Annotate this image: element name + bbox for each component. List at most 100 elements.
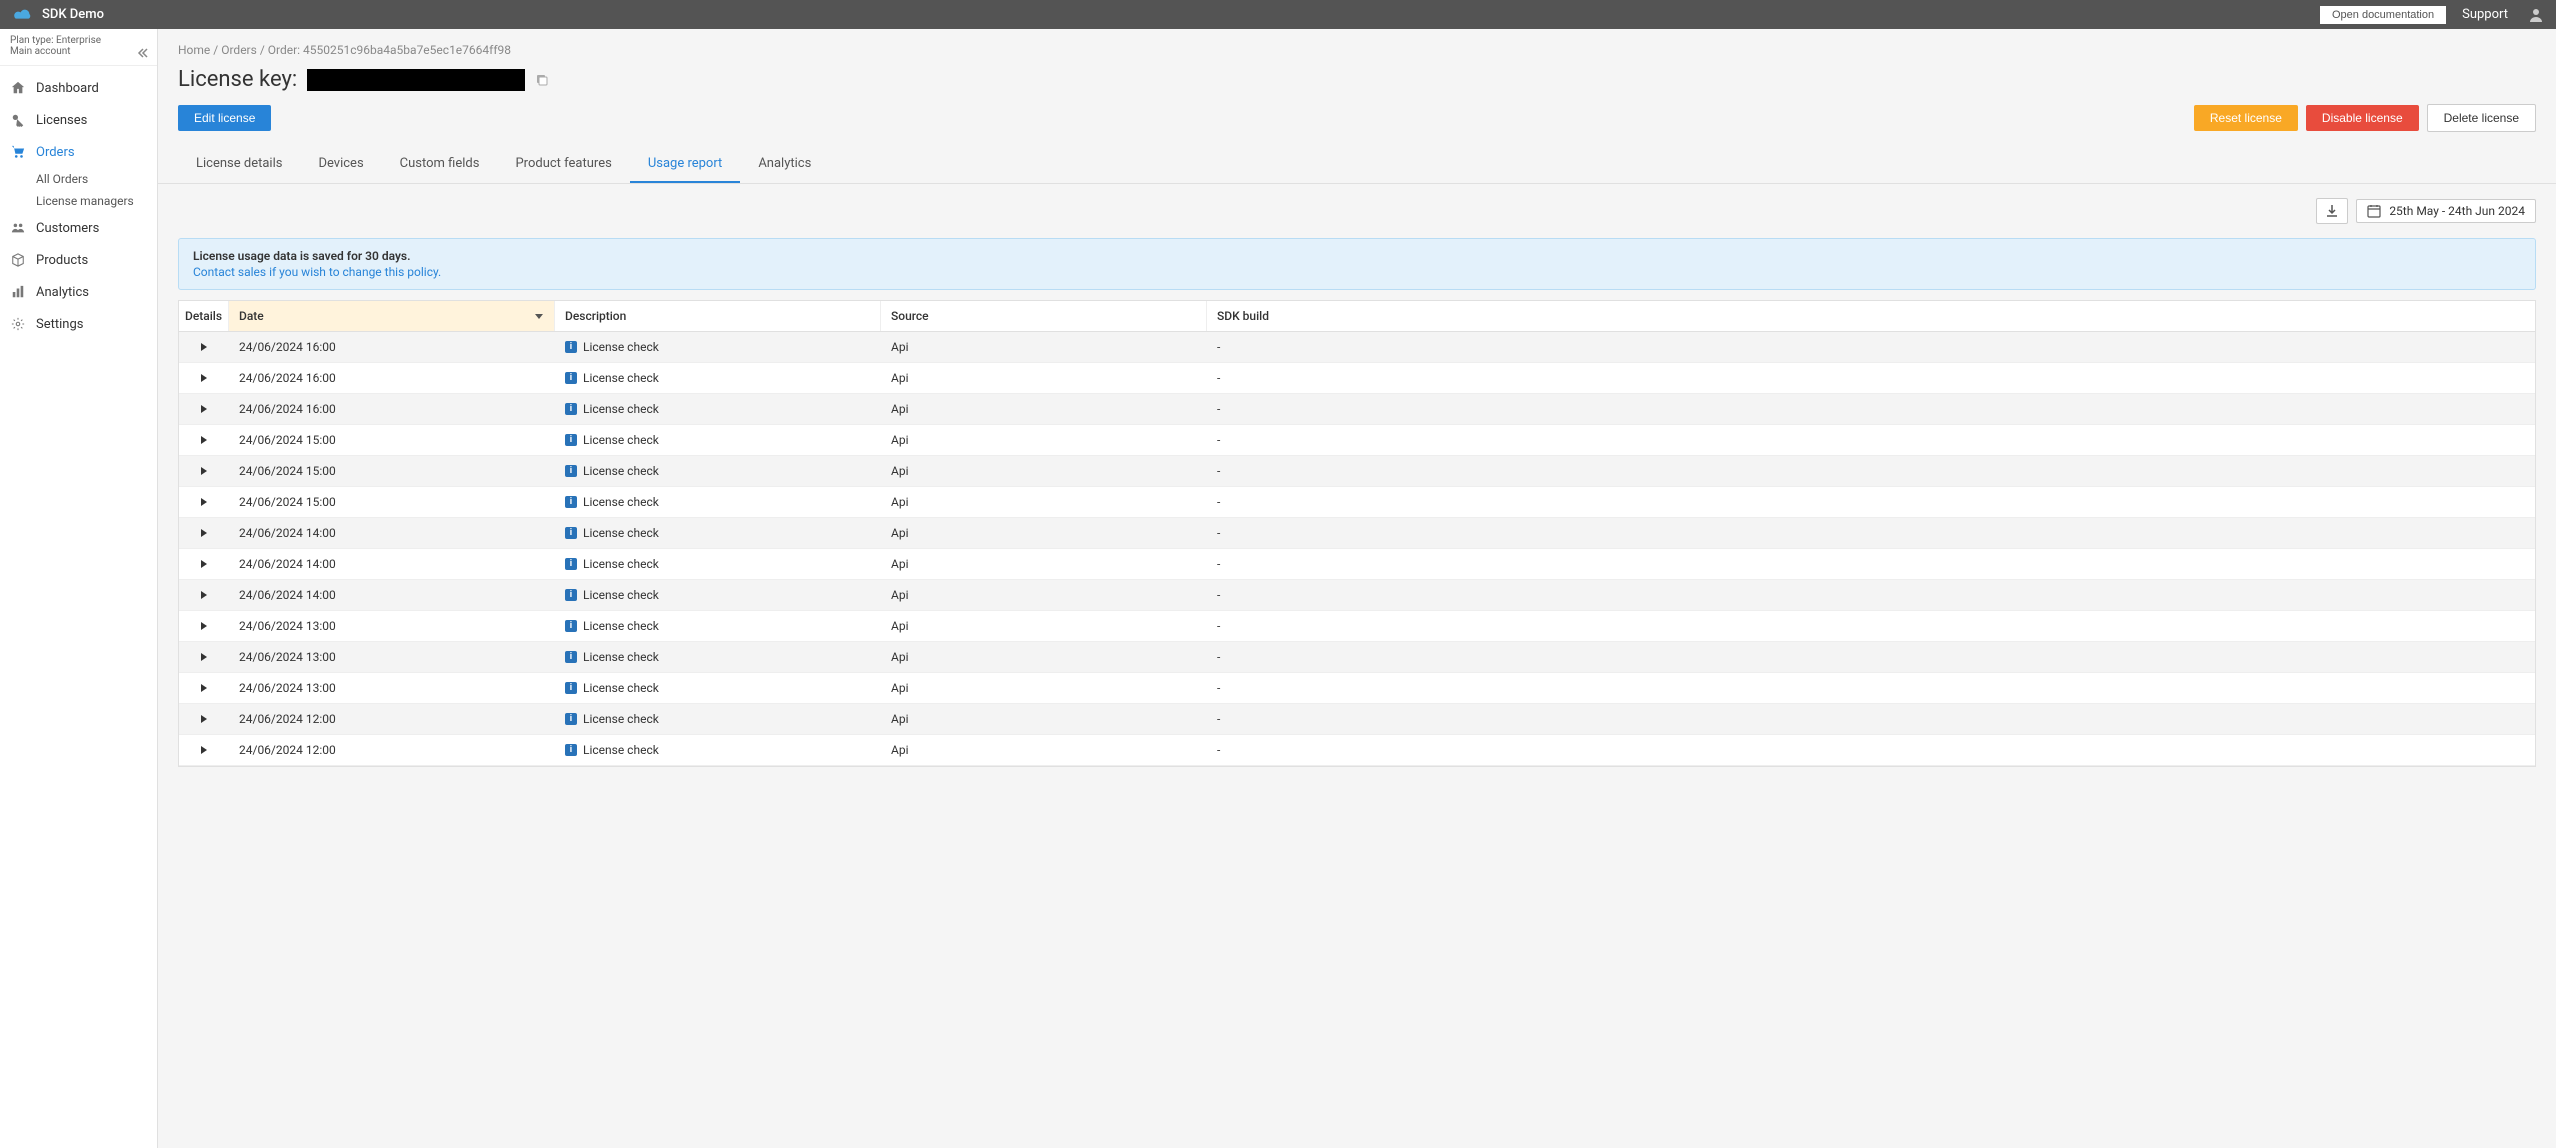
tab-usage-report[interactable]: Usage report [630, 146, 741, 183]
cell-description: iLicense check [555, 549, 881, 579]
info-icon: i [565, 558, 577, 570]
cell-date: 24/06/2024 14:00 [229, 518, 555, 548]
cell-description: iLicense check [555, 487, 881, 517]
col-date[interactable]: Date [229, 301, 555, 331]
expand-row-icon[interactable] [200, 560, 208, 568]
collapse-sidebar-icon[interactable] [137, 47, 149, 59]
breadcrumb-orders[interactable]: Orders [221, 43, 257, 57]
cell-source: Api [881, 735, 1207, 765]
table-row: 24/06/2024 13:00iLicense checkApi- [179, 611, 2535, 642]
sidebar-item-label: Analytics [36, 285, 89, 300]
cell-sdk: - [1207, 735, 2535, 765]
tab-license-details[interactable]: License details [178, 146, 300, 183]
expand-row-icon[interactable] [200, 498, 208, 506]
info-icon: i [565, 620, 577, 632]
cell-description: iLicense check [555, 611, 881, 641]
col-source[interactable]: Source [881, 301, 1207, 331]
sidebar-item-label: Dashboard [36, 81, 99, 96]
expand-row-icon[interactable] [200, 715, 208, 723]
tab-devices[interactable]: Devices [300, 146, 381, 183]
cell-sdk: - [1207, 332, 2535, 362]
box-icon [10, 252, 26, 268]
expand-row-icon[interactable] [200, 746, 208, 754]
disable-license-button[interactable]: Disable license [2306, 105, 2419, 131]
expand-row-icon[interactable] [200, 622, 208, 630]
cell-date: 24/06/2024 13:00 [229, 611, 555, 641]
cart-icon [10, 144, 26, 160]
main-content: Home / Orders / Order: 4550251c96ba4a5ba… [158, 29, 2556, 1148]
cell-date: 24/06/2024 15:00 [229, 425, 555, 455]
cell-sdk: - [1207, 394, 2535, 424]
cell-sdk: - [1207, 704, 2535, 734]
users-icon [10, 220, 26, 236]
table-row: 24/06/2024 13:00iLicense checkApi- [179, 673, 2535, 704]
cell-sdk: - [1207, 487, 2535, 517]
expand-row-icon[interactable] [200, 529, 208, 537]
cell-date: 24/06/2024 13:00 [229, 673, 555, 703]
sort-desc-icon [534, 311, 544, 321]
cell-source: Api [881, 425, 1207, 455]
chart-icon [10, 284, 26, 300]
cell-sdk: - [1207, 642, 2535, 672]
tab-analytics[interactable]: Analytics [740, 146, 829, 183]
sidebar-item-settings[interactable]: Settings [0, 308, 157, 340]
cell-date: 24/06/2024 16:00 [229, 363, 555, 393]
cell-date: 24/06/2024 12:00 [229, 704, 555, 734]
date-range-picker[interactable]: 25th May - 24th Jun 2024 [2356, 199, 2536, 223]
user-icon[interactable] [2528, 7, 2544, 23]
tab-custom-fields[interactable]: Custom fields [382, 146, 498, 183]
expand-row-icon[interactable] [200, 684, 208, 692]
sidebar-item-dashboard[interactable]: Dashboard [0, 72, 157, 104]
col-details: Details [179, 301, 229, 331]
table-row: 24/06/2024 12:00iLicense checkApi- [179, 735, 2535, 766]
support-link[interactable]: Support [2462, 7, 2508, 22]
col-sdk-build[interactable]: SDK build [1207, 301, 2535, 331]
breadcrumb: Home / Orders / Order: 4550251c96ba4a5ba… [158, 29, 2556, 63]
open-documentation-button[interactable]: Open documentation [2320, 6, 2446, 24]
expand-row-icon[interactable] [200, 343, 208, 351]
table-row: 24/06/2024 15:00iLicense checkApi- [179, 425, 2535, 456]
sidebar-sub-license-managers[interactable]: License managers [0, 190, 157, 212]
date-range-text: 25th May - 24th Jun 2024 [2389, 204, 2525, 218]
sidebar-item-orders[interactable]: Orders [0, 136, 157, 168]
info-icon: i [565, 589, 577, 601]
expand-row-icon[interactable] [200, 653, 208, 661]
table-row: 24/06/2024 15:00iLicense checkApi- [179, 487, 2535, 518]
cell-sdk: - [1207, 549, 2535, 579]
cell-date: 24/06/2024 14:00 [229, 580, 555, 610]
cell-sdk: - [1207, 580, 2535, 610]
sidebar-sub-all-orders[interactable]: All Orders [0, 168, 157, 190]
info-icon: i [565, 372, 577, 384]
download-button[interactable] [2316, 198, 2348, 224]
notice-link[interactable]: Contact sales if you wish to change this… [193, 265, 2521, 279]
sidebar-item-products[interactable]: Products [0, 244, 157, 276]
col-description[interactable]: Description [555, 301, 881, 331]
cell-source: Api [881, 456, 1207, 486]
tab-product-features[interactable]: Product features [497, 146, 629, 183]
cell-date: 24/06/2024 14:00 [229, 549, 555, 579]
table-row: 24/06/2024 15:00iLicense checkApi- [179, 456, 2535, 487]
expand-row-icon[interactable] [200, 467, 208, 475]
edit-license-button[interactable]: Edit license [178, 105, 271, 131]
cell-source: Api [881, 518, 1207, 548]
expand-row-icon[interactable] [200, 436, 208, 444]
expand-row-icon[interactable] [200, 591, 208, 599]
cell-sdk: - [1207, 673, 2535, 703]
cell-source: Api [881, 642, 1207, 672]
sidebar-item-analytics[interactable]: Analytics [0, 276, 157, 308]
plan-type: Plan type: Enterprise [10, 35, 147, 46]
copy-icon[interactable] [535, 73, 549, 87]
delete-license-button[interactable]: Delete license [2427, 104, 2536, 132]
cell-date: 24/06/2024 15:00 [229, 487, 555, 517]
breadcrumb-home[interactable]: Home [178, 43, 210, 57]
reset-license-button[interactable]: Reset license [2194, 105, 2298, 131]
cell-sdk: - [1207, 425, 2535, 455]
sidebar-item-licenses[interactable]: Licenses [0, 104, 157, 136]
cell-source: Api [881, 580, 1207, 610]
table-row: 24/06/2024 14:00iLicense checkApi- [179, 580, 2535, 611]
sidebar-item-customers[interactable]: Customers [0, 212, 157, 244]
cell-sdk: - [1207, 456, 2535, 486]
table-row: 24/06/2024 16:00iLicense checkApi- [179, 332, 2535, 363]
expand-row-icon[interactable] [200, 374, 208, 382]
expand-row-icon[interactable] [200, 405, 208, 413]
